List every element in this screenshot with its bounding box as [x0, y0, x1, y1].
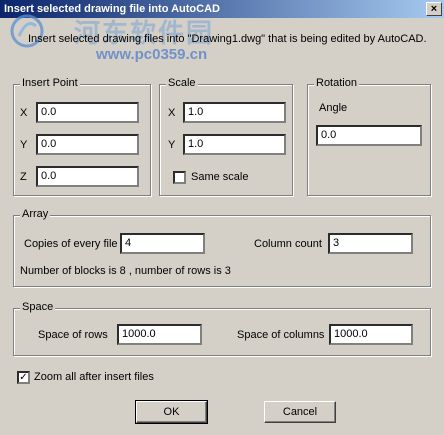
insert-x-input[interactable]: 0.0: [36, 102, 139, 123]
same-scale-label: Same scale: [191, 171, 249, 183]
insert-x-label: X: [20, 107, 28, 119]
zoom-label: Zoom all after insert files: [34, 371, 154, 383]
same-scale-checkbox[interactable]: [173, 171, 186, 184]
scale-y-label: Y: [168, 139, 176, 151]
insert-point-legend: Insert Point: [20, 77, 80, 89]
scale-group: Scale X 1.0 Y 1.0 Same scale: [159, 77, 293, 196]
array-group: Array Copies of every file 4 Column coun…: [13, 208, 431, 287]
scale-x-label: X: [168, 107, 176, 119]
space-legend: Space: [20, 301, 56, 313]
zoom-checkbox[interactable]: ✓: [17, 371, 30, 384]
array-legend: Array: [20, 208, 51, 220]
column-count-label: Column count: [254, 238, 322, 250]
scale-y-input[interactable]: 1.0: [183, 134, 286, 155]
watermark-url: www.pc0359.cn: [96, 46, 208, 63]
close-button[interactable]: ×: [426, 2, 442, 16]
rotation-legend: Rotation: [314, 77, 359, 89]
close-icon: ×: [430, 3, 438, 15]
space-rows-label: Space of rows: [38, 329, 108, 341]
space-columns-input[interactable]: 1000.0: [329, 324, 413, 345]
insert-dialog: Insert selected drawing file into AutoCA…: [0, 0, 444, 435]
title-bar[interactable]: Insert selected drawing file into AutoCA…: [0, 0, 444, 18]
insert-y-label: Y: [20, 139, 28, 151]
copies-label: Copies of every file: [24, 238, 118, 250]
scale-x-input[interactable]: 1.0: [183, 102, 286, 123]
insert-z-label: Z: [20, 171, 27, 183]
scale-legend: Scale: [166, 77, 198, 89]
insert-point-group: Insert Point X 0.0 Y 0.0 Z 0.0: [13, 77, 151, 196]
angle-input[interactable]: 0.0: [316, 125, 422, 146]
angle-label: Angle: [319, 102, 348, 114]
column-count-input[interactable]: 3: [328, 233, 413, 254]
space-group: Space Space of rows 1000.0 Space of colu…: [13, 301, 431, 356]
insert-y-input[interactable]: 0.0: [36, 134, 139, 155]
space-columns-label: Space of columns: [237, 329, 325, 341]
zoom-check-icon: ✓: [19, 372, 28, 383]
rotation-group: Rotation Angle 0.0: [307, 77, 431, 196]
cancel-button[interactable]: Cancel: [264, 401, 336, 423]
description-text: Insert selected drawing files into "Draw…: [28, 33, 427, 45]
array-info-text: Number of blocks is 8 , number of rows i…: [20, 265, 231, 277]
ok-button[interactable]: OK: [135, 400, 208, 424]
insert-z-input[interactable]: 0.0: [36, 166, 139, 187]
space-rows-input[interactable]: 1000.0: [117, 324, 202, 345]
copies-input[interactable]: 4: [120, 233, 205, 254]
